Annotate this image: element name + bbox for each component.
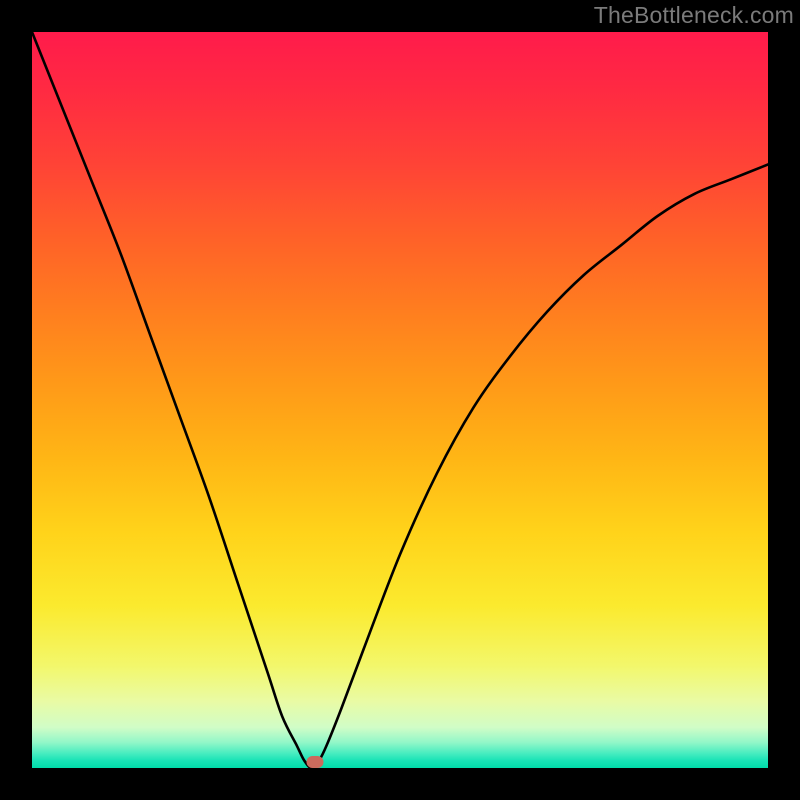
bottleneck-curve [32, 32, 768, 768]
optimal-point-marker [307, 756, 324, 768]
plot-area [32, 32, 768, 768]
watermark-text: TheBottleneck.com [594, 2, 794, 29]
chart-frame: TheBottleneck.com [0, 0, 800, 800]
